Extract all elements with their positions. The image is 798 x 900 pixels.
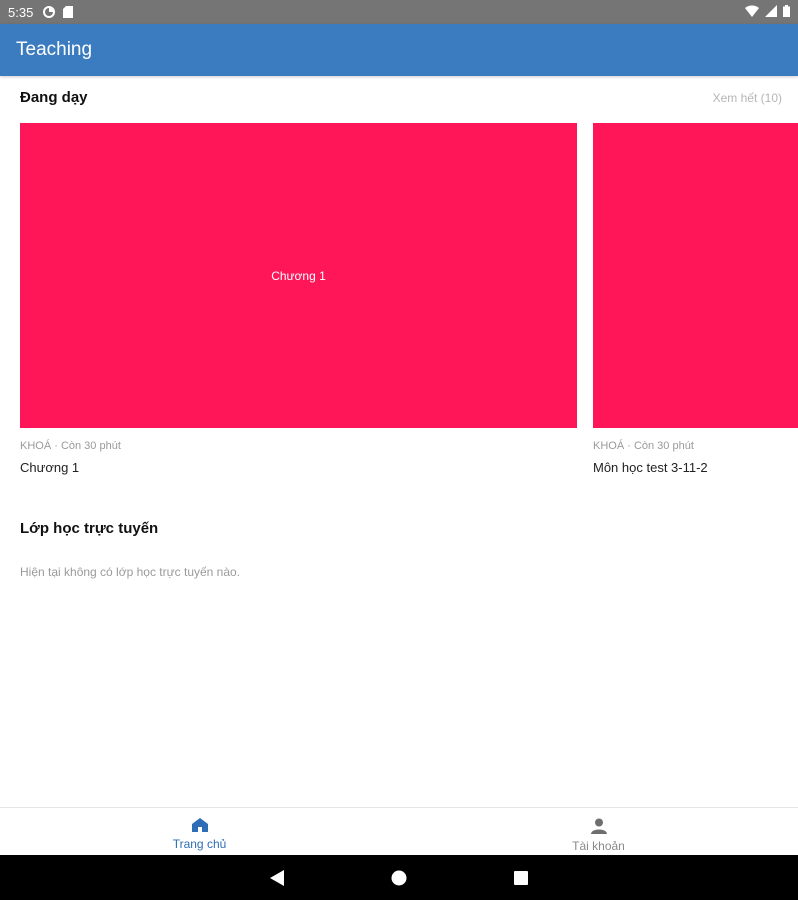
status-bar: 5:35	[0, 0, 798, 24]
home-circle-icon[interactable]	[391, 870, 407, 885]
system-navigation-bar	[0, 855, 798, 900]
teaching-section-title: Đang dạy	[20, 89, 88, 106]
nav-label-account: Tài khoản	[572, 839, 625, 853]
see-all-link[interactable]: Xem hết (10)	[713, 91, 782, 105]
person-icon	[590, 818, 607, 837]
app-title: Teaching	[16, 39, 93, 60]
app-bar: Teaching	[0, 24, 798, 76]
course-name: Môn học test 3-11-2	[593, 460, 708, 475]
nav-label-home: Trang chủ	[172, 837, 227, 851]
course-carousel[interactable]: Chương 1 KHOÁ · Còn 30 phút Chương 1 KHO…	[20, 123, 798, 483]
course-card[interactable]: KHOÁ · Còn 30 phút Môn học test 3-11-2	[593, 123, 798, 475]
teaching-section-header: Đang dạy Xem hết (10)	[20, 89, 782, 106]
signal-icon	[765, 4, 777, 20]
sd-card-icon	[63, 6, 74, 18]
course-thumbnail-label: Chương 1	[271, 268, 326, 283]
nav-item-home[interactable]: Trang chủ	[0, 808, 399, 855]
data-saver-icon	[43, 6, 56, 18]
back-icon[interactable]	[270, 869, 284, 886]
course-meta: KHOÁ · Còn 30 phút	[20, 440, 121, 452]
status-time: 5:35	[8, 4, 34, 20]
home-icon	[191, 818, 208, 835]
nav-item-account[interactable]: Tài khoản	[399, 808, 798, 855]
course-name: Chương 1	[20, 460, 80, 475]
online-section-title: Lớp học trực tuyến	[20, 520, 159, 537]
wifi-icon	[745, 4, 759, 20]
online-empty-message: Hiện tại không có lớp học trực tuyến nào…	[20, 565, 241, 579]
recents-icon[interactable]	[514, 870, 528, 885]
course-card[interactable]: Chương 1 KHOÁ · Còn 30 phút Chương 1	[20, 123, 577, 475]
bottom-navigation: Trang chủ Tài khoản	[0, 807, 798, 855]
course-thumbnail[interactable]: Chương 1	[20, 123, 577, 428]
course-meta: KHOÁ · Còn 30 phút	[593, 440, 694, 452]
online-section-header: Lớp học trực tuyến	[20, 520, 782, 537]
course-thumbnail[interactable]	[593, 123, 798, 428]
battery-icon	[783, 4, 790, 20]
